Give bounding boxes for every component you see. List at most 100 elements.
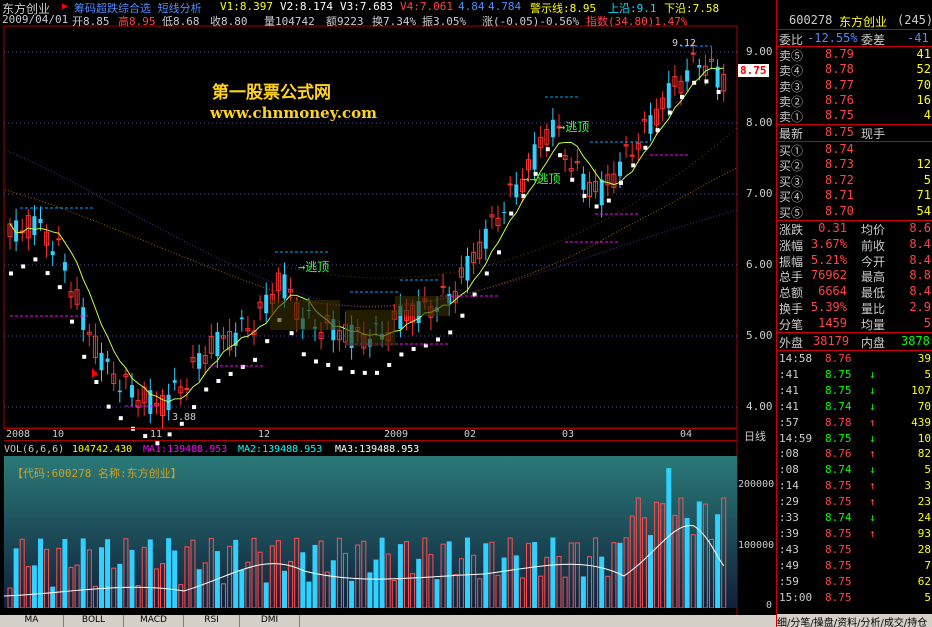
stat-label: 换手 [779, 302, 804, 316]
tick-volume: 70 [917, 399, 931, 413]
volume-bar [129, 549, 135, 608]
volume-bar [379, 537, 385, 608]
tab-macd[interactable]: MACD [124, 615, 184, 627]
volume-bar [648, 535, 653, 608]
candle [629, 154, 635, 157]
bar-open: 开8.85 [72, 15, 110, 28]
ask-volume: 16 [916, 92, 931, 107]
candle [62, 262, 67, 271]
price-label: 5.00 [746, 329, 773, 342]
watermark-url: www.chnmoney.com [210, 104, 377, 122]
trail-marker [33, 257, 38, 262]
volume-bar [196, 569, 202, 608]
tab-rsi[interactable]: RSI [184, 615, 240, 627]
stat-label: 最低 [861, 286, 886, 301]
time-label: 02 [464, 429, 477, 440]
tick-price: 8.75 [825, 558, 852, 572]
current-price-tag: 8.75 [738, 64, 769, 77]
tick-row: :49 8.75 7 [777, 559, 932, 573]
trail-marker [497, 250, 501, 255]
quote-row: 总额 6664 最低 8.4 [777, 284, 932, 301]
stat-label: 总手 [779, 270, 804, 285]
candle [550, 119, 555, 138]
trail-marker [216, 378, 221, 383]
tick-volume: 39 [917, 352, 931, 365]
bottom-tabs[interactable]: 细/分笔/操盘/资料/分析/成交/持仓 [777, 614, 932, 627]
tick-price: 8.75 [825, 574, 852, 588]
candle [50, 251, 55, 256]
tick-row: :08 8.74 ↓ 5 [777, 463, 932, 477]
tick-row: :59 8.75 62 [777, 575, 932, 589]
trail-marker [375, 370, 379, 375]
bid-price: 8.72 [825, 172, 854, 187]
indicator-tabs: MA BOLL MACD RSI DMI [0, 615, 776, 627]
volume-bar [38, 538, 43, 608]
tick-volume: 24 [917, 511, 931, 524]
tick-volume: 439 [911, 415, 931, 429]
tick-time: :08 [779, 447, 799, 461]
outer-value: 38179 [813, 334, 850, 348]
candle [599, 179, 604, 206]
tab-ma[interactable]: MA [0, 615, 64, 627]
tick-time: :49 [779, 558, 799, 572]
trail-marker [484, 271, 489, 276]
vol-ma1: MA1:139488.953 [143, 444, 228, 455]
bid-volume: 54 [916, 203, 931, 218]
tick-price: 8.74 [825, 511, 852, 524]
tick-row: :41 8.75 ↓ 107 [777, 384, 932, 398]
tab-dmi[interactable]: DMI [240, 615, 300, 627]
bar-date: 2009/04/01 [2, 13, 69, 26]
trail-marker [118, 416, 123, 421]
quote-row: 卖⑤ 8.79 41 [777, 47, 932, 63]
tick-price: 8.75 [825, 479, 852, 493]
time-label: 12 [258, 429, 271, 440]
tick-direction-icon: ↓ [869, 511, 876, 524]
tick-row: :57 8.78 ↑ 439 [777, 416, 932, 430]
tick-volume: 28 [917, 542, 931, 556]
candle [215, 331, 220, 357]
tick-time: :39 [779, 526, 799, 540]
stat-value: 6664 [818, 284, 847, 299]
quote-row: 卖③ 8.77 70 [777, 77, 932, 94]
tab-boll[interactable]: BOLL [64, 615, 124, 627]
tick-time: :29 [779, 495, 799, 509]
tick-direction-icon: ↑ [869, 415, 876, 429]
ask-label: 卖① [779, 110, 804, 125]
vol-axis-label: 100000 [738, 540, 775, 551]
tick-time: :41 [779, 383, 799, 397]
bid-volume: 5 [923, 172, 931, 187]
code-line: 【代码:600278 名称:东方创业】 [12, 467, 182, 480]
quote-row: 分笔 1459 均量 5 [777, 315, 932, 332]
tick-time: :33 [779, 511, 799, 524]
escape-top-label: →逃顶 [298, 260, 330, 274]
tick-volume: 23 [917, 495, 931, 509]
volume-bar [99, 547, 104, 608]
stat-label: 最高 [861, 270, 886, 285]
time-label: 04 [680, 429, 693, 440]
weicha-value: -41 [907, 31, 929, 45]
candle [648, 115, 653, 134]
volume-bar [349, 580, 355, 608]
stat-value: 5 [923, 315, 931, 330]
candle [117, 390, 122, 393]
ask-volume: 70 [916, 77, 931, 92]
volume-bar [599, 556, 605, 608]
volume-bar [434, 579, 440, 608]
stat-value: 0.31 [818, 221, 847, 235]
volume-bar [166, 538, 172, 608]
trail-marker [253, 357, 257, 362]
volume-bar [117, 563, 123, 608]
trail-marker [94, 380, 99, 385]
volume-bar [513, 555, 519, 608]
tick-price: 8.76 [825, 352, 852, 365]
period-daily[interactable]: 日线 [744, 428, 766, 444]
quote-row: 总手 76962 最高 8.8 [777, 268, 932, 285]
bid-price: 8.71 [825, 188, 854, 203]
stat-value: 2.9 [909, 300, 931, 314]
ask-price: 8.75 [825, 108, 854, 123]
tick-direction-icon: ↑ [869, 495, 876, 509]
trail-marker [716, 89, 721, 94]
tick-price: 8.75 [825, 495, 852, 509]
weibi-value: -12.55% [807, 31, 858, 45]
candle [105, 358, 110, 362]
